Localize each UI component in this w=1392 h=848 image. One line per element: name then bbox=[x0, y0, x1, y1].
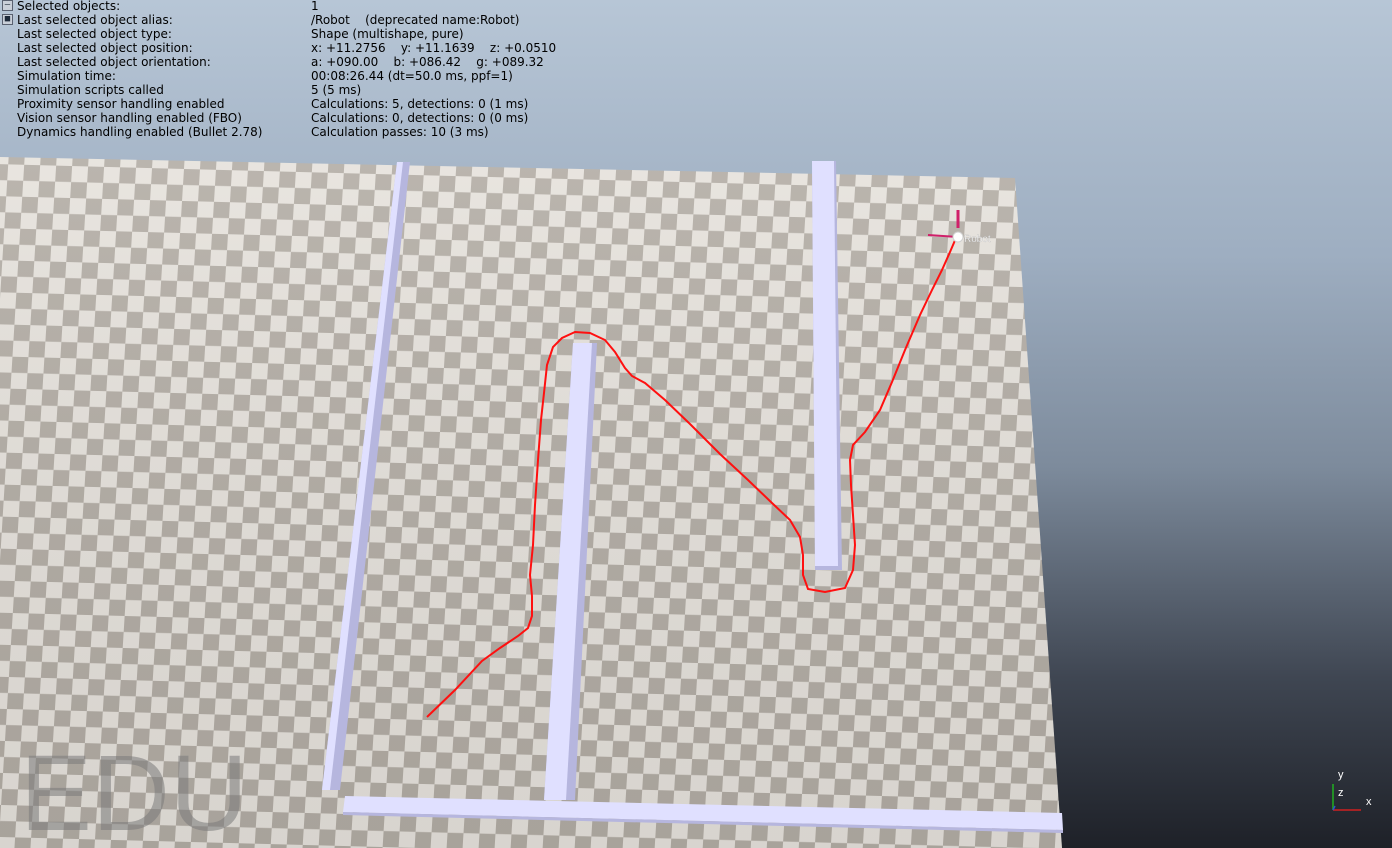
info-value: Calculation passes: 10 (3 ms) bbox=[311, 125, 489, 139]
info-row: Dynamics handling enabled (Bullet 2.78) C… bbox=[0, 125, 720, 139]
info-value: 00:08:26.44 (dt=50.0 ms, ppf=1) bbox=[311, 69, 513, 83]
info-label: Dynamics handling enabled (Bullet 2.78) bbox=[17, 125, 263, 139]
info-value: 5 (5 ms) bbox=[311, 83, 362, 97]
info-label: Last selected object orientation: bbox=[17, 55, 211, 69]
axis-z-label: z bbox=[1338, 787, 1344, 799]
robot-body bbox=[952, 231, 964, 243]
robot-label: Robot bbox=[964, 234, 991, 245]
info-row: Last selected object orientation: a: +090… bbox=[0, 55, 720, 69]
info-value: Shape (multishape, pure) bbox=[311, 27, 464, 41]
info-value: x: +11.2756 y: +11.1639 z: +0.0510 bbox=[311, 41, 557, 55]
info-row: Last selected object position: x: +11.275… bbox=[0, 41, 720, 55]
wall-right-top bbox=[812, 161, 838, 566]
info-value: a: +090.00 b: +086.42 g: +089.32 bbox=[311, 55, 544, 69]
info-value: Calculations: 0, detections: 0 (0 ms) bbox=[311, 111, 529, 125]
info-panel: – ■ Selected objects: 1 Last selected obje… bbox=[0, 0, 720, 142]
info-row: Simulation scripts called 5 (5 ms) bbox=[0, 83, 720, 97]
axis-y-label: y bbox=[1338, 769, 1344, 781]
info-value: 1 bbox=[311, 0, 319, 13]
info-row: Simulation time: 00:08:26.44 (dt=50.0 ms,… bbox=[0, 69, 720, 83]
edu-watermark: EDU bbox=[20, 732, 248, 848]
axis-gizmo: y z x bbox=[1332, 769, 1372, 811]
info-label: Last selected object alias: bbox=[17, 13, 173, 27]
info-row: Last selected object type: Shape (multish… bbox=[0, 27, 720, 41]
info-value: /Robot (deprecated name:Robot) bbox=[311, 13, 520, 27]
info-row: Proximity sensor handling enabled Calcula… bbox=[0, 97, 720, 111]
info-label: Selected objects: bbox=[17, 0, 121, 13]
info-row: Last selected object alias: /Robot (depre… bbox=[0, 13, 720, 27]
info-label: Vision sensor handling enabled (FBO) bbox=[17, 111, 242, 125]
info-row: Vision sensor handling enabled (FBO) Calc… bbox=[0, 111, 720, 125]
axis-x-label: x bbox=[1366, 796, 1372, 808]
info-value: Calculations: 5, detections: 0 (1 ms) bbox=[311, 97, 529, 111]
info-label: Simulation scripts called bbox=[17, 83, 164, 97]
info-label: Simulation time: bbox=[17, 69, 116, 83]
info-label: Proximity sensor handling enabled bbox=[17, 97, 225, 111]
info-label: Last selected object type: bbox=[17, 27, 172, 41]
info-label: Last selected object position: bbox=[17, 41, 193, 55]
info-row: Selected objects: 1 bbox=[0, 0, 720, 13]
